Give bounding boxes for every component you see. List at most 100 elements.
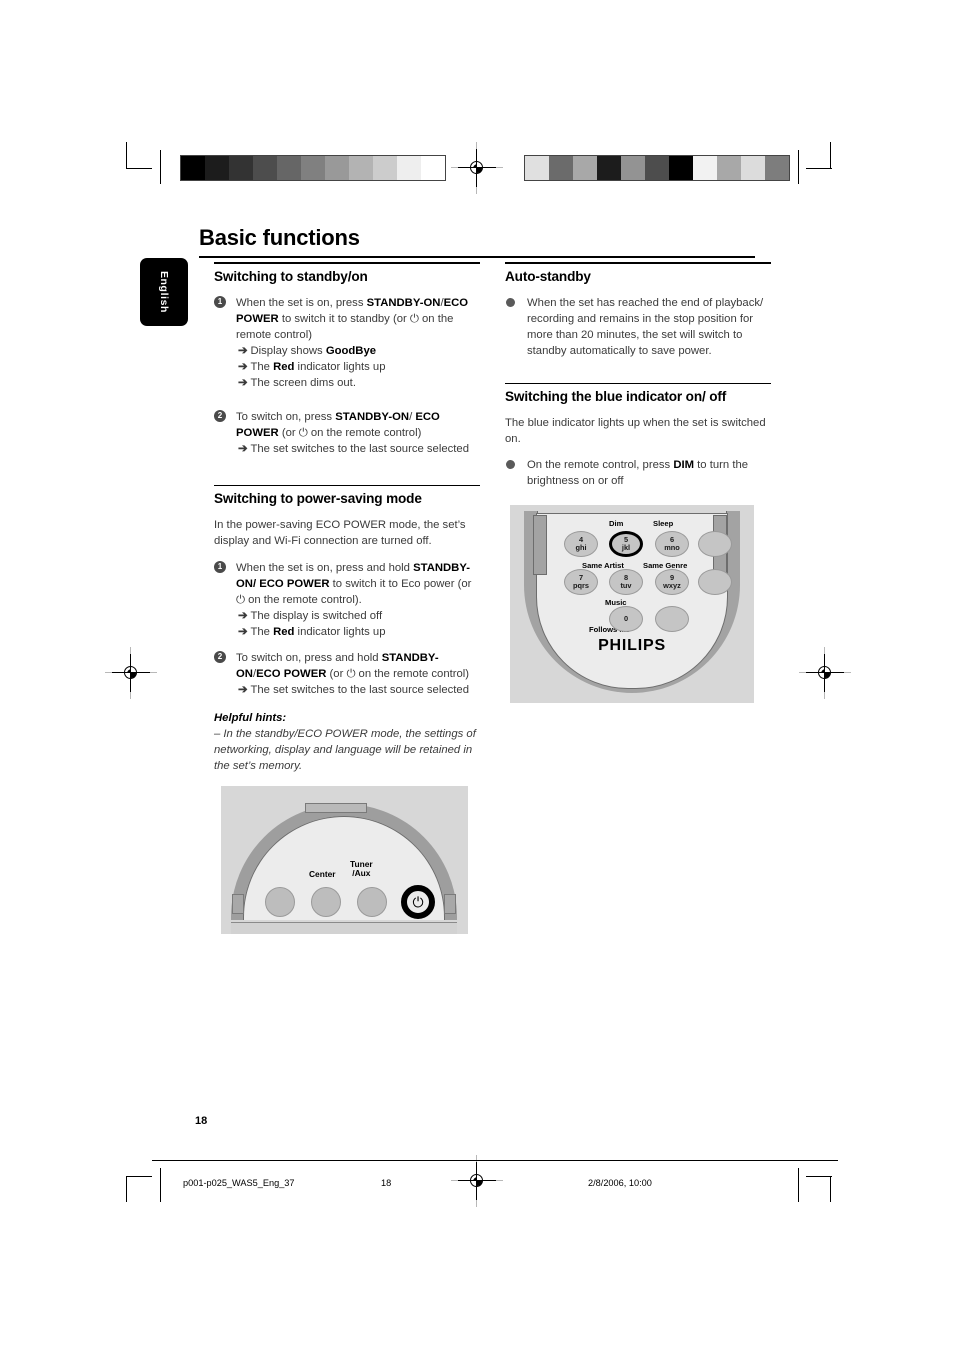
registration-mark-bottom [451,1155,503,1207]
color-patch [349,156,373,180]
color-patch [669,156,693,180]
unit-leg-right [444,894,456,914]
result-line: ➔ The screen dims out. [238,376,356,389]
registration-mark-top [451,142,503,194]
remote-label-same-artist: Same Artist [582,561,624,570]
remote-key-9[interactable]: 9 wxyz [655,569,689,595]
remote-side-rail-left [533,515,547,575]
color-patch [373,156,397,180]
color-patch [277,156,301,180]
page-number: 18 [195,1115,208,1127]
title-divider [199,256,755,259]
philips-logo: PHILIPS [598,637,666,654]
section-divider-4 [505,382,771,385]
step-badge: 2 [214,650,226,663]
color-patch [741,156,765,180]
crop-mark-tl-h [126,168,152,170]
color-patch [421,156,445,180]
step-badge: 1 [214,295,226,308]
remote-key-blank-3[interactable] [655,606,689,632]
heading-power-saving-mode: Switching to power-saving mode [214,491,422,507]
remote-key-letters: wxyz [663,581,681,590]
arrow-icon: ➔ [238,344,248,357]
remote-key-blank-2[interactable] [698,569,732,595]
remote-key-8[interactable]: 8 tuv [609,569,643,595]
unit-label-center: Center [309,869,336,879]
footer-divider [152,1160,838,1161]
color-patch [397,156,421,180]
color-patch [573,156,597,180]
arrow-icon: ➔ [238,609,248,622]
remote-key-7[interactable]: 7 pqrs [564,569,598,595]
color-patch [693,156,717,180]
list-item: When the set has reached the end of play… [505,295,770,359]
trim-mark-left-bottom [160,1168,162,1202]
result-line: ➔ The set switches to the last source sel… [238,683,469,696]
color-patch [205,156,229,180]
footer-filename: p001-p025_WAS5_Eng_37 [183,1178,295,1188]
step-text: To switch on, press and hold STANDBY-ON/… [236,651,470,680]
remote-label-dim: Dim [609,519,624,528]
unit-leg-left [232,894,244,914]
section-divider-3 [505,262,771,264]
remote-key-5-dim[interactable]: 5 jkl [609,531,643,557]
power-icon: ⏻ [412,894,424,910]
result-line: ➔ The display is switched off [238,609,383,622]
arrow-icon: ➔ [238,683,248,696]
heading-blue-indicator: Switching the blue indicator on/ off [505,389,727,405]
step-results: ➔ The display is switched off ➔ The Red ind… [236,608,479,640]
color-patch [525,156,549,180]
remote-key-letters: ghi [575,543,587,552]
result-line: ➔ The Red indicator lights up [238,625,386,638]
right-column: Auto-standby When the set has reached th… [505,262,771,499]
language-tab: English [140,258,188,326]
result-line: ➔ The set switches to the last source sel… [238,442,469,455]
list-item: 1 When the set is on, press STANDBY-ON/E… [214,295,479,391]
crop-mark-br-v [830,1176,832,1202]
trim-mark-right [798,150,800,184]
step-results: ➔ The set switches to the last source sel… [236,682,479,698]
step-badge: 2 [214,409,226,422]
crop-mark-bl-v [126,1176,128,1202]
remote-key-blank-1[interactable] [698,531,732,557]
section-divider-1 [214,262,480,264]
power-saving-intro: In the power-saving ECO POWER mode, the … [214,519,466,548]
heading-auto-standby: Auto-standby [505,268,591,284]
color-patch [549,156,573,180]
remote-key-0[interactable]: 0 [609,606,643,632]
color-patch [597,156,621,180]
arrow-icon: ➔ [238,625,248,638]
crop-mark-tr-v [830,142,832,168]
unit-button-3[interactable] [357,887,387,917]
step-text: When the set is on, press STANDBY-ON/ECO… [236,296,469,341]
blue-indicator-intro: The blue indicator lights up when the se… [505,417,766,446]
color-patch [181,156,205,180]
unit-button-1[interactable] [265,887,295,917]
unit-button-2[interactable] [311,887,341,917]
color-patch [229,156,253,180]
color-patch [645,156,669,180]
step-results: ➔ The set switches to the last source sel… [236,441,479,457]
remote-key-4[interactable]: 4 ghi [564,531,598,557]
section-divider-2 [214,484,480,487]
step-text: When the set is on, press and hold STAND… [236,561,472,606]
remote-key-6[interactable]: 6 mno [655,531,689,557]
crop-mark-tr-h [806,168,832,170]
crop-mark-bl-h [126,1176,152,1178]
unit-top-slot [305,803,367,813]
arrow-icon: ➔ [238,376,248,389]
auto-standby-text: When the set has reached the end of play… [527,296,764,357]
list-item: 1 When the set is on, press and hold STA… [214,560,479,640]
remote-key-letters: mno [664,543,680,552]
remote-key-letters: jkl [621,543,631,552]
left-column: Switching to standby/on 1 When the set i… [214,262,480,774]
unit-power-button[interactable]: ⏻ [401,885,435,919]
figure-remote-control: Dim Sleep Same Artist Same Genre Music F… [510,505,754,703]
arrow-icon: ➔ [238,442,248,455]
helpful-hints: Helpful hints: – In the standby/ECO POWE… [214,712,479,774]
step-text: To switch on, press STANDBY-ON/ ECO POWE… [236,410,440,439]
trim-mark-right-bottom [798,1168,800,1202]
color-patch [717,156,741,180]
trim-mark-left [160,150,162,184]
list-item: On the remote control, press DIM to turn… [505,457,770,489]
